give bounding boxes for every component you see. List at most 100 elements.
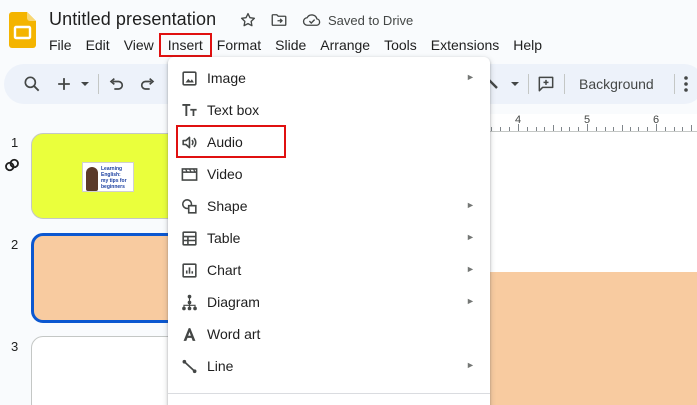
slide-thumbnail-1[interactable]: Learning English: my tips for beginners (31, 133, 181, 219)
submenu-arrow-icon: ► (466, 360, 475, 370)
ruler-tick (647, 127, 648, 131)
slide-thumbnail-3[interactable] (31, 336, 181, 405)
submenu-arrow-icon: ► (466, 296, 475, 306)
ruler-tick (674, 127, 675, 131)
ruler-tick (622, 125, 623, 131)
undo-icon[interactable] (106, 74, 126, 94)
menu-view[interactable]: View (117, 35, 161, 55)
menu-divider (168, 393, 490, 394)
menu-item-label: Table (207, 230, 241, 246)
ruler-tick (544, 127, 545, 131)
ruler-tick (536, 127, 537, 131)
menu-arrange[interactable]: Arrange (313, 35, 377, 55)
canvas-area[interactable] (488, 132, 697, 272)
insert-menu: Image ► Text box Audio Video Shape ► Tab… (168, 57, 490, 405)
ruler-tick (587, 124, 588, 131)
background-button[interactable]: Background (570, 72, 663, 96)
linked-slide-icon[interactable] (3, 156, 21, 174)
menu-help[interactable]: Help (506, 35, 549, 55)
insert-menu-shape[interactable]: Shape ► (168, 190, 490, 222)
person-photo-icon (86, 167, 98, 191)
insert-menu-image[interactable]: Image ► (168, 62, 490, 94)
slide-canvas[interactable] (488, 272, 697, 405)
menu-edit[interactable]: Edit (79, 35, 117, 55)
submenu-arrow-icon: ► (466, 72, 475, 82)
save-status[interactable]: Saved to Drive (328, 13, 413, 28)
audio-highlight-annotation (176, 125, 286, 158)
shape-icon (181, 198, 197, 214)
menu-item-label: Diagram (207, 294, 260, 310)
redo-icon[interactable] (138, 74, 158, 94)
line-tool-dropdown-icon[interactable] (508, 74, 522, 94)
insert-menu-diagram[interactable]: Diagram ► (168, 286, 490, 318)
new-slide-dropdown-icon[interactable] (78, 74, 92, 94)
menu-item-label: Chart (207, 262, 242, 278)
ruler-tick (630, 127, 631, 131)
menu-item-label: Shape (207, 198, 248, 214)
toolbar-divider (564, 74, 565, 94)
insert-menu-video[interactable]: Video (168, 158, 490, 190)
ruler-tick (578, 127, 579, 131)
insert-menu-table[interactable]: Table ► (168, 222, 490, 254)
submenu-arrow-icon: ► (466, 232, 475, 242)
more-options-icon[interactable] (680, 74, 692, 94)
ruler-tick (596, 127, 597, 131)
ruler-tick (656, 124, 657, 131)
slide-number: 1 (11, 135, 19, 150)
toolbar-divider (674, 74, 675, 94)
star-icon[interactable] (239, 11, 257, 29)
menu-item-label: Image (207, 70, 246, 86)
ruler-tick (553, 125, 554, 131)
thumbnail-text-line: Learning English: (101, 166, 123, 178)
insert-menu-line[interactable]: Line ► (168, 350, 490, 382)
ruler-tick (491, 127, 492, 131)
submenu-arrow-icon: ► (466, 264, 475, 274)
ruler-tick (509, 127, 510, 131)
menu-tools[interactable]: Tools (377, 35, 424, 55)
menu-item-label: Line (207, 358, 234, 374)
search-menus-icon[interactable] (22, 74, 42, 94)
document-title[interactable]: Untitled presentation (49, 9, 216, 30)
chart-icon (182, 263, 197, 278)
horizontal-ruler: 4 5 6 (488, 114, 697, 132)
ruler-tick (500, 127, 501, 131)
cloud-saved-icon[interactable] (302, 11, 322, 29)
ruler-tick (691, 125, 692, 131)
insert-menu-text-box[interactable]: Text box (168, 94, 490, 126)
menu-item-label: Word art (207, 326, 261, 342)
text-box-icon (182, 104, 197, 117)
ruler-tick (682, 127, 683, 131)
toolbar-divider (528, 74, 529, 94)
menubar: File Edit View Insert Format Slide Arran… (42, 33, 549, 57)
menu-insert[interactable]: Insert (158, 33, 212, 57)
insert-menu-word-art[interactable]: Word art (168, 318, 490, 350)
menu-item-label: Video (207, 166, 243, 182)
ruler-tick (569, 127, 570, 131)
line-icon (182, 359, 197, 374)
thumbnail-image: Learning English: my tips for beginners (82, 162, 134, 192)
menu-extensions[interactable]: Extensions (424, 35, 506, 55)
ruler-tick (613, 127, 614, 131)
ruler-tick (527, 127, 528, 131)
menu-file[interactable]: File (42, 35, 79, 55)
insert-comment-icon[interactable] (536, 74, 556, 94)
toolbar-divider (98, 74, 99, 94)
new-slide-plus-icon[interactable] (54, 74, 74, 94)
word-art-icon (183, 328, 196, 341)
slides-logo-icon[interactable] (9, 12, 36, 48)
thumbnail-text-line: beginners (101, 184, 125, 190)
slide-number: 2 (11, 237, 19, 252)
slide-thumbnail-2-selected[interactable] (31, 233, 181, 323)
menu-slide[interactable]: Slide (268, 35, 313, 55)
thumbnail-text: Learning English: my tips for beginners (101, 166, 133, 190)
ruler-tick (638, 127, 639, 131)
menu-format[interactable]: Format (210, 35, 268, 55)
ruler-tick (665, 127, 666, 131)
ruler-tick (561, 127, 562, 131)
diagram-icon (182, 294, 197, 311)
insert-menu-chart[interactable]: Chart ► (168, 254, 490, 286)
table-icon (182, 231, 197, 246)
ruler-tick (518, 124, 519, 131)
image-icon (182, 71, 197, 86)
move-folder-icon[interactable] (270, 11, 288, 29)
